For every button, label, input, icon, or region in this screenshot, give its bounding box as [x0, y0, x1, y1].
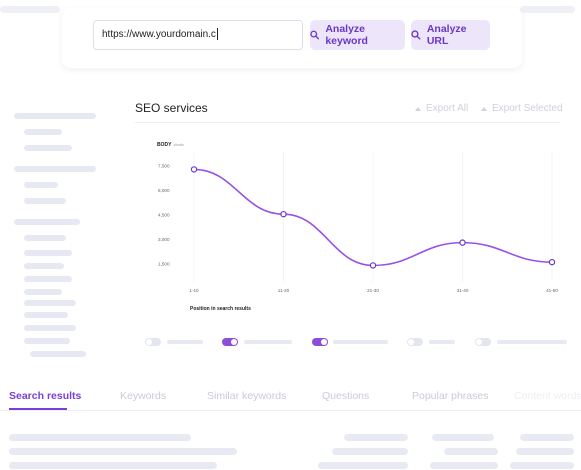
y-tick-label: 6,000: [158, 188, 170, 193]
search-icon: [310, 30, 320, 40]
series-toggle[interactable]: [145, 338, 161, 346]
data-point: [280, 210, 287, 218]
seo-line-chart: 1-10 11-20 21-30 31-40 41-50 7,500 6,000 4,500 3…: [150, 138, 570, 318]
sidebar-placeholder: [24, 235, 66, 241]
analyze-url-button[interactable]: Analyze URL: [411, 20, 490, 50]
sidebar-placeholder: [24, 325, 76, 331]
tabs-divider: [0, 410, 581, 411]
table-row-placeholder: [344, 434, 408, 441]
table-row-placeholder: [432, 434, 494, 441]
export-selected-label: Export Selected: [492, 103, 563, 114]
search-icon: [411, 30, 421, 40]
x-axis-label: Position in search results: [190, 306, 251, 312]
top-faded-bar: [520, 6, 575, 13]
toggle-label-placeholder: [497, 340, 567, 344]
tab-content-words[interactable]: Content words: [514, 390, 581, 402]
cloud-upload-icon: [481, 106, 487, 111]
toggle-label-placeholder: [429, 340, 455, 344]
x-tick-label: 31-40: [457, 288, 469, 293]
export-selected-button[interactable]: Export Selected: [480, 103, 563, 114]
y-tick-label: 3,000: [158, 237, 170, 242]
table-row-placeholder: [332, 448, 408, 455]
table-row-placeholder: [318, 462, 408, 469]
analyze-keyword-button[interactable]: Analyze keyword: [310, 20, 405, 50]
x-tick-label: 21-30: [367, 288, 379, 293]
table-row-placeholder: [520, 434, 574, 441]
y-tick-label: 7,500: [158, 164, 170, 169]
tab-popular-phrases[interactable]: Popular phrases: [412, 390, 488, 402]
table-row-placeholder: [430, 462, 498, 469]
data-point: [548, 258, 556, 266]
x-tick-label: 1-10: [189, 288, 199, 293]
sidebar-placeholder: [24, 338, 70, 344]
sidebar-placeholder: [30, 351, 86, 357]
chart-svg: 1-10 11-20 21-30 31-40 41-50 7,500 6,000 4,500 3…: [157, 142, 558, 312]
sidebar-placeholder: [24, 129, 62, 135]
toggle-label-placeholder: [244, 340, 292, 344]
data-point: [190, 166, 198, 173]
table-row-placeholder: [444, 448, 498, 455]
x-tick-label: 11-20: [278, 288, 290, 293]
sidebar-placeholder: [24, 276, 72, 282]
tab-keywords[interactable]: Keywords: [120, 390, 166, 402]
table-row-placeholder: [9, 448, 237, 455]
cloud-upload-icon: [415, 106, 421, 111]
series-toggle[interactable]: [475, 338, 491, 346]
sidebar-placeholder: [24, 312, 68, 318]
y-axis-unit: Words: [173, 143, 184, 147]
tab-similar-keywords[interactable]: Similar keywords: [207, 390, 286, 402]
top-faded-bar: [0, 6, 60, 13]
results-tabs: Search results Keywords Similar keywords…: [0, 386, 581, 412]
data-point: [369, 262, 377, 269]
sidebar-placeholder: [24, 263, 64, 269]
table-row-placeholder: [516, 448, 574, 455]
sidebar-placeholder: [14, 219, 80, 225]
panel-title: SEO services: [135, 101, 208, 115]
sidebar-placeholder: [14, 166, 96, 172]
toggle-label-placeholder: [167, 340, 203, 344]
y-tick-label: 4,500: [158, 213, 170, 218]
tab-questions[interactable]: Questions: [322, 390, 369, 402]
url-input[interactable]: https://www.yourdomain.c: [93, 20, 303, 50]
toggle-label-placeholder: [333, 340, 388, 344]
table-row-placeholder: [510, 462, 574, 469]
analyze-url-label: Analyze URL: [426, 23, 467, 47]
x-tick-label: 41-50: [546, 288, 558, 293]
export-all-button[interactable]: Export All: [414, 103, 468, 114]
series-toggle[interactable]: [407, 338, 423, 346]
series-toggle[interactable]: [312, 338, 328, 346]
sidebar-placeholder: [24, 289, 62, 295]
y-axis-label-text: BODY: [157, 142, 172, 148]
tab-search-results[interactable]: Search results: [9, 390, 81, 402]
text-caret: [216, 28, 218, 41]
table-row-placeholder: [9, 434, 191, 441]
sidebar-placeholder: [24, 250, 72, 256]
sidebar-placeholder: [14, 113, 96, 119]
y-tick-label: 1,500: [158, 261, 170, 266]
export-all-label: Export All: [426, 103, 469, 114]
panel-divider: [135, 122, 560, 123]
y-axis-label: BODY Words: [157, 142, 184, 148]
series-toggle[interactable]: [222, 338, 238, 346]
sidebar-placeholder: [24, 182, 58, 188]
data-point: [459, 239, 466, 246]
sidebar-placeholder: [24, 300, 76, 306]
sidebar-placeholder: [24, 145, 72, 151]
url-input-value: https://www.yourdomain.c: [102, 29, 216, 40]
sidebar-placeholder: [24, 198, 66, 204]
analyze-keyword-label: Analyze keyword: [325, 23, 368, 47]
table-row-placeholder: [9, 462, 217, 469]
